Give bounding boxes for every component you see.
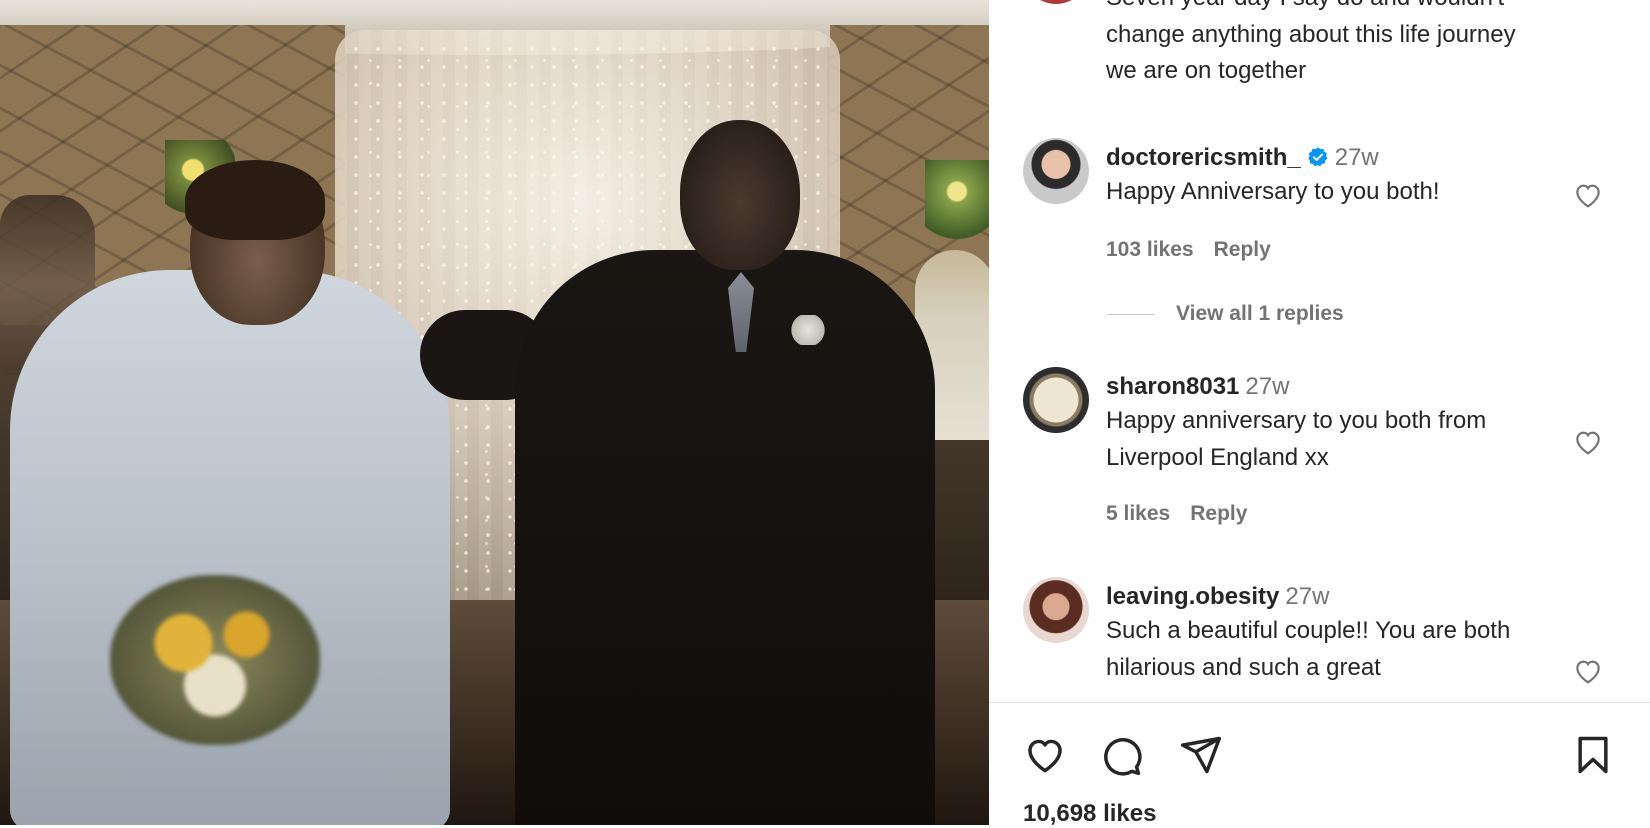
comment-icon[interactable] — [1099, 733, 1143, 777]
post-side-panel: Seven year day I say do and wouldn't cha… — [989, 0, 1650, 825]
comment-likes[interactable]: 5 likes — [1106, 502, 1170, 525]
comment-header: leaving.obesity 27w — [1106, 582, 1329, 612]
comment-time[interactable]: 27w — [1285, 583, 1329, 610]
comment-meta: 5 likes Reply — [1106, 502, 1267, 526]
boutonniere — [790, 315, 826, 345]
verified-badge-icon — [1307, 147, 1328, 167]
comment-like-heart-icon[interactable] — [1571, 655, 1605, 687]
bouquet — [110, 575, 320, 745]
comment-username[interactable]: leaving.obesity — [1106, 583, 1279, 610]
groom-head — [680, 120, 800, 270]
view-replies-button[interactable]: View all 1 replies — [1107, 302, 1344, 332]
caption-line: Seven year day I say do and wouldn't — [1106, 0, 1606, 17]
comment-text: Happy Anniversary to you both! — [1106, 178, 1440, 205]
replies-divider — [1107, 313, 1154, 315]
view-replies-label[interactable]: View all 1 replies — [1176, 302, 1344, 325]
comment-likes[interactable]: 103 likes — [1106, 238, 1194, 261]
comment-text: Happy anniversary to you both from Liver… — [1106, 407, 1487, 471]
caption-line: we are on together — [1106, 57, 1307, 84]
commenter-avatar[interactable] — [1023, 367, 1089, 433]
heart-icon[interactable] — [1023, 733, 1067, 777]
comment-time[interactable]: 27w — [1335, 144, 1379, 171]
comment-username[interactable]: sharon8031 — [1106, 373, 1239, 400]
share-icon[interactable] — [1179, 733, 1223, 777]
comment-like-heart-icon[interactable] — [1571, 179, 1605, 211]
flowers-right — [925, 160, 989, 250]
author-avatar[interactable] — [1023, 0, 1089, 4]
commenter-avatar[interactable] — [1023, 138, 1089, 204]
comments-list[interactable]: Seven year day I say do and wouldn't cha… — [989, 0, 1650, 702]
comment-header: sharon8031 27w — [1106, 372, 1289, 402]
groom-suit — [515, 250, 935, 825]
comment-username[interactable]: doctorericsmith_ — [1106, 144, 1301, 171]
caption-line: change anything about this life journey — [1106, 20, 1516, 48]
reply-button[interactable]: Reply — [1214, 238, 1271, 261]
bride-hair — [185, 160, 325, 240]
comment-meta: 103 likes Reply — [1106, 238, 1291, 262]
commenter-avatar[interactable] — [1023, 577, 1089, 643]
comment-header: doctorericsmith_ 27w — [1106, 143, 1379, 173]
post-likes-count[interactable]: 10,698 likes — [1023, 800, 1156, 828]
comment-like-heart-icon[interactable] — [1571, 426, 1605, 458]
comment-text: Such a beautiful couple!! You are both h… — [1106, 617, 1511, 681]
post-photo[interactable] — [0, 0, 989, 825]
bookmark-icon[interactable] — [1571, 733, 1615, 777]
comment-time[interactable]: 27w — [1245, 373, 1289, 400]
reply-button[interactable]: Reply — [1190, 502, 1247, 525]
post-caption: Seven year day I say do and wouldn't cha… — [1106, 0, 1606, 90]
